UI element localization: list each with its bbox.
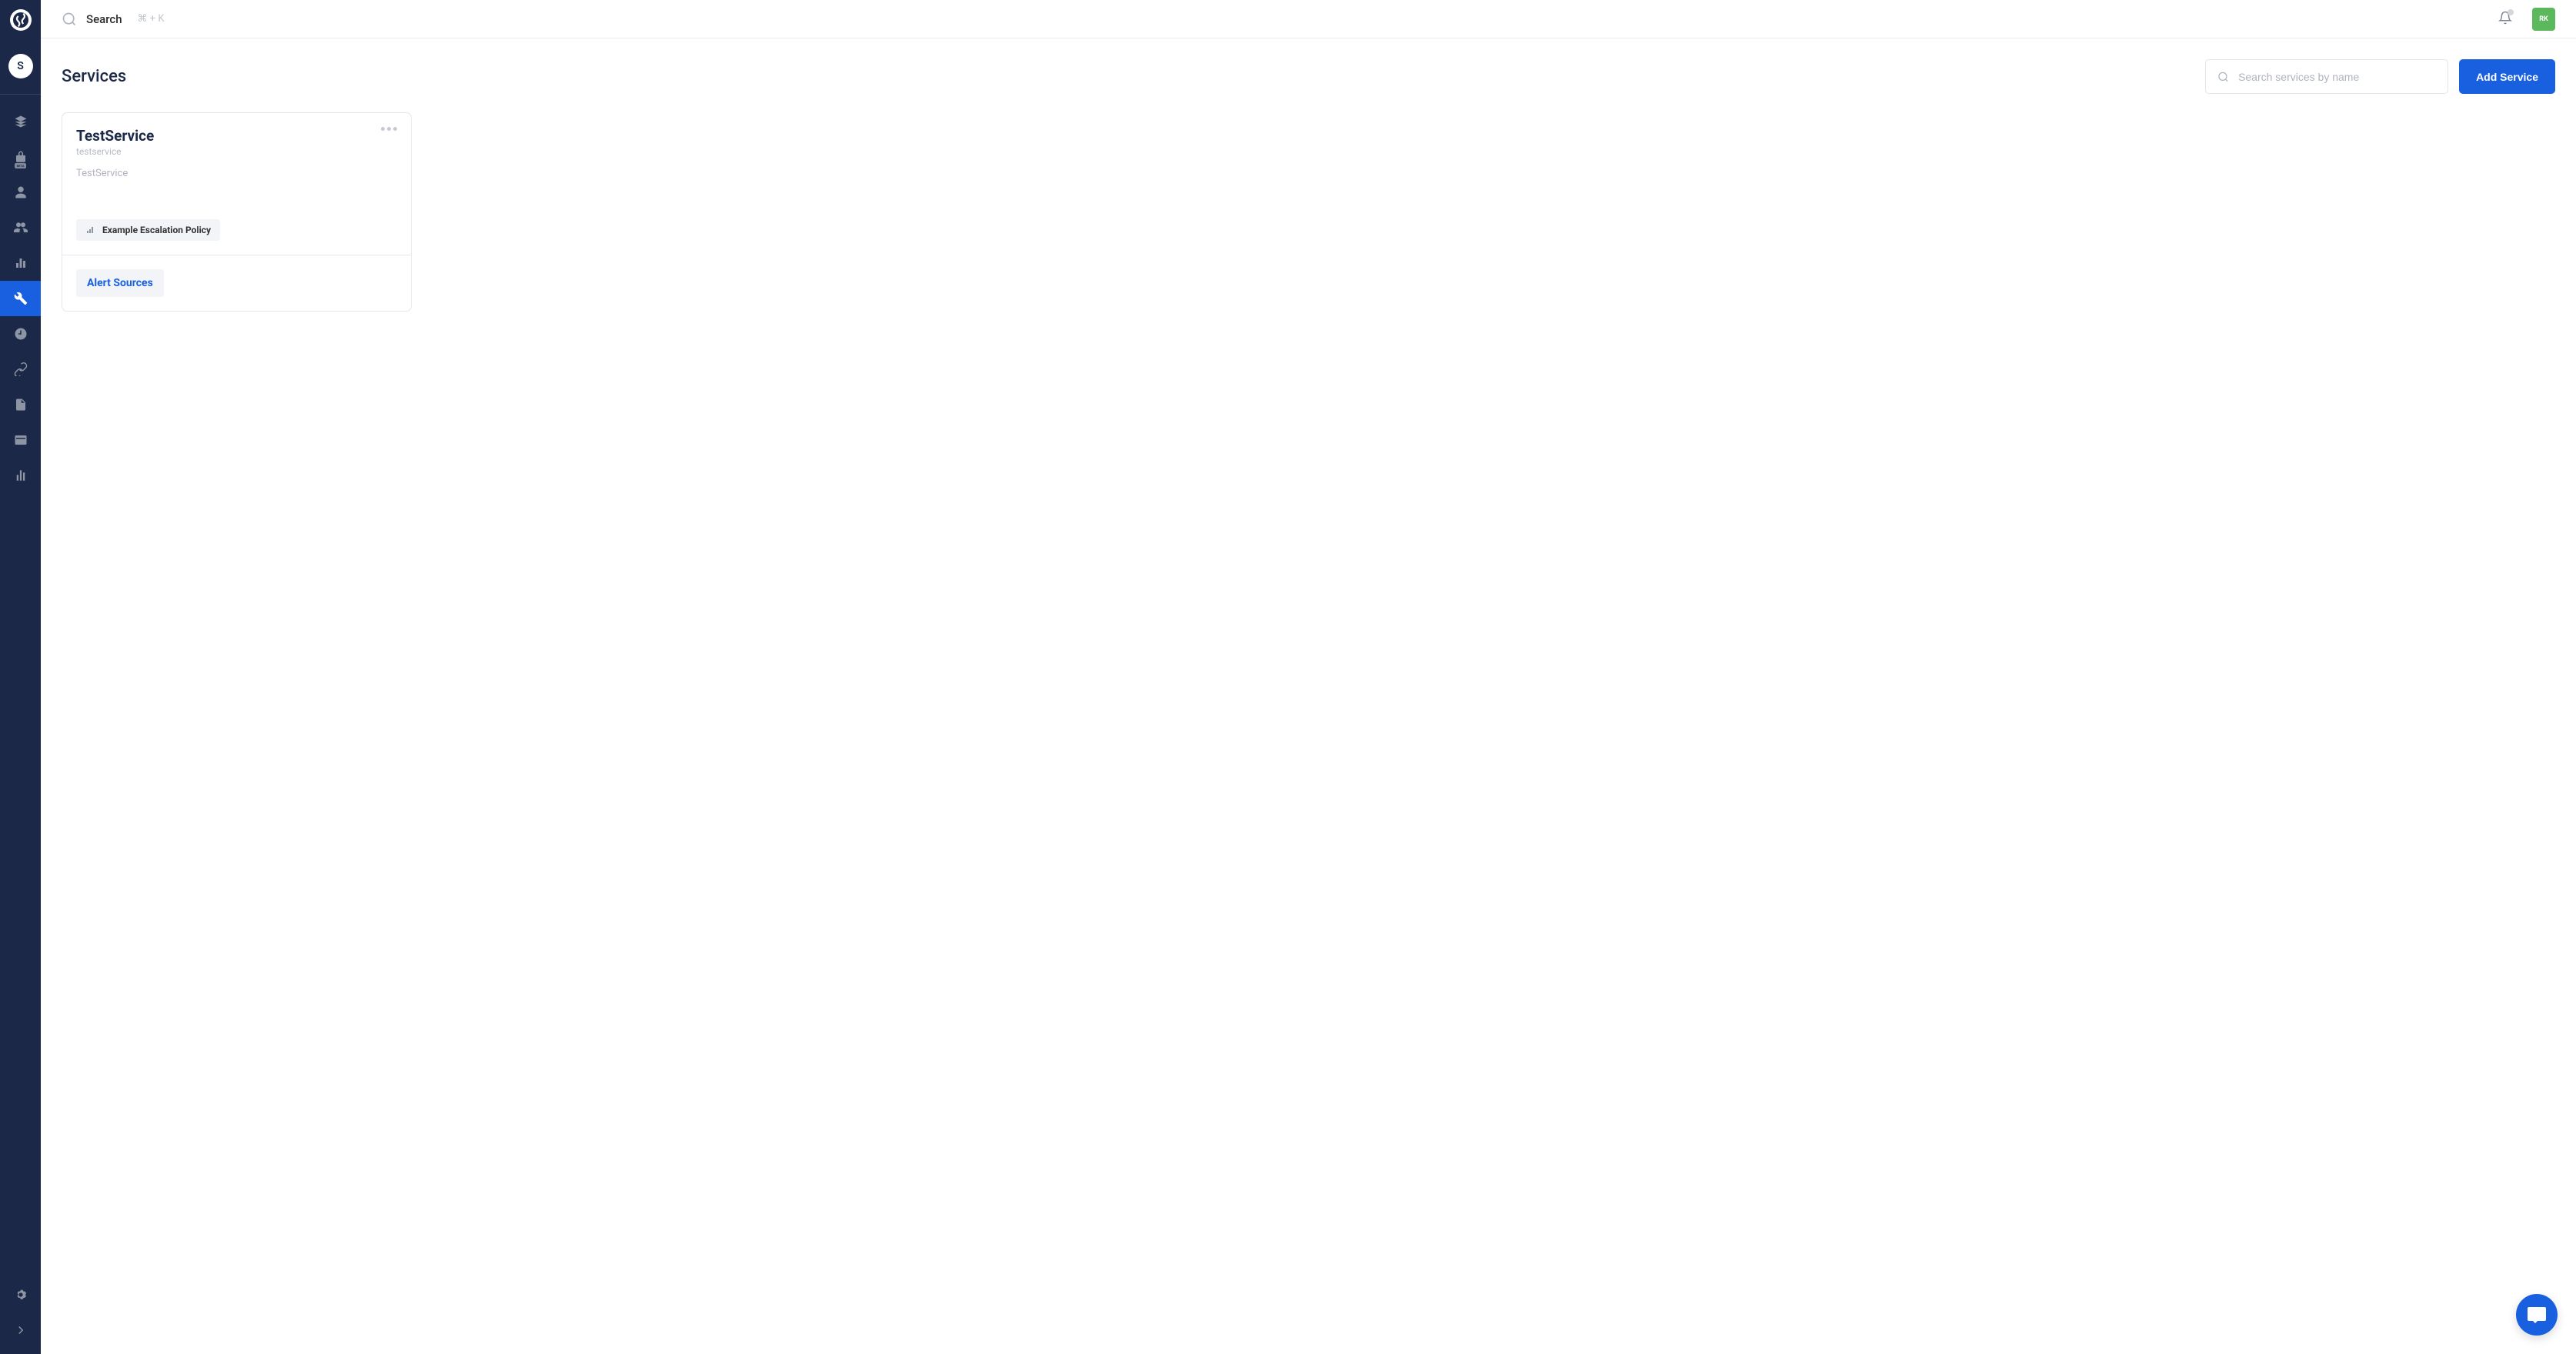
header-right: RK [2498, 8, 2555, 31]
policy-label: Example Escalation Policy [102, 225, 211, 235]
card-icon [14, 433, 28, 447]
nav-item-dashboard[interactable] [0, 104, 41, 139]
nav-bottom [0, 1277, 41, 1348]
search-input-container [2205, 59, 2448, 94]
nav-item-runbooks[interactable] [0, 387, 41, 422]
nav-item-user[interactable] [0, 175, 41, 210]
escalation-icon [14, 256, 28, 270]
nav-item-expand[interactable] [0, 1312, 41, 1348]
nav-divider [0, 94, 41, 95]
service-card-header: TestService testservice [76, 127, 397, 168]
nav-item-users[interactable] [0, 210, 41, 245]
search-shortcut: ⌘ + K [138, 13, 165, 25]
service-more-button[interactable] [381, 127, 397, 131]
service-card: TestService testservice TestService Exam… [62, 112, 412, 312]
service-card-body: TestService testservice TestService Exam… [62, 113, 411, 255]
service-description: TestService [76, 168, 397, 179]
chart-icon [14, 469, 28, 482]
global-search[interactable]: Search ⌘ + K [62, 12, 2498, 27]
user-icon [14, 185, 28, 199]
nav-item-settings[interactable] [0, 1277, 41, 1312]
alert-sources-button[interactable]: Alert Sources [76, 269, 164, 297]
app-logo[interactable] [10, 9, 32, 31]
page-actions: Add Service [2205, 59, 2555, 94]
notifications-button[interactable] [2498, 11, 2512, 28]
nav-item-services[interactable] [0, 281, 41, 316]
user-avatar[interactable]: RK [2532, 8, 2555, 31]
escalation-policy-tag[interactable]: Example Escalation Policy [76, 219, 220, 241]
link-icon [14, 362, 28, 376]
nav-item-billing[interactable] [0, 422, 41, 458]
clock-icon [14, 327, 28, 341]
search-label: Search [86, 12, 122, 26]
service-title[interactable]: TestService [76, 127, 154, 145]
notification-badge [2508, 9, 2514, 15]
sidebar: S BETA [0, 0, 41, 1354]
chat-icon [2526, 1304, 2548, 1326]
tools-icon [14, 292, 28, 305]
users-icon [14, 221, 28, 235]
layers-icon [14, 115, 28, 128]
add-service-button[interactable]: Add Service [2459, 59, 2555, 94]
nav-item-schedules[interactable] [0, 316, 41, 352]
gear-icon [14, 1288, 28, 1302]
lock-icon [14, 150, 28, 164]
dot-icon [381, 127, 385, 131]
escalation-icon [85, 225, 95, 235]
search-icon [62, 12, 77, 27]
main: Search ⌘ + K RK Services [41, 0, 2576, 1354]
logo-icon [13, 12, 28, 28]
dot-icon [387, 127, 391, 131]
nav-items: BETA [0, 104, 41, 1277]
dot-icon [393, 127, 397, 131]
nav-item-escalation[interactable] [0, 245, 41, 281]
nav-item-integrations[interactable] [0, 352, 41, 387]
header: Search ⌘ + K RK [41, 0, 2576, 38]
page-header: Services Add Service [62, 59, 2555, 94]
document-icon [14, 398, 28, 412]
page-title: Services [62, 67, 126, 86]
beta-badge: BETA [15, 163, 27, 168]
nav-item-analytics[interactable] [0, 458, 41, 493]
search-icon [2217, 71, 2229, 82]
service-slug: testservice [76, 146, 154, 157]
nav-item-beta[interactable]: BETA [0, 139, 41, 175]
team-selector[interactable]: S [8, 54, 33, 78]
chat-widget[interactable] [2516, 1294, 2558, 1336]
content: Services Add Service TestService testser… [41, 38, 2576, 1354]
chevron-right-icon [14, 1323, 28, 1337]
service-card-footer: Alert Sources [62, 255, 411, 311]
service-search-input[interactable] [2205, 59, 2448, 94]
